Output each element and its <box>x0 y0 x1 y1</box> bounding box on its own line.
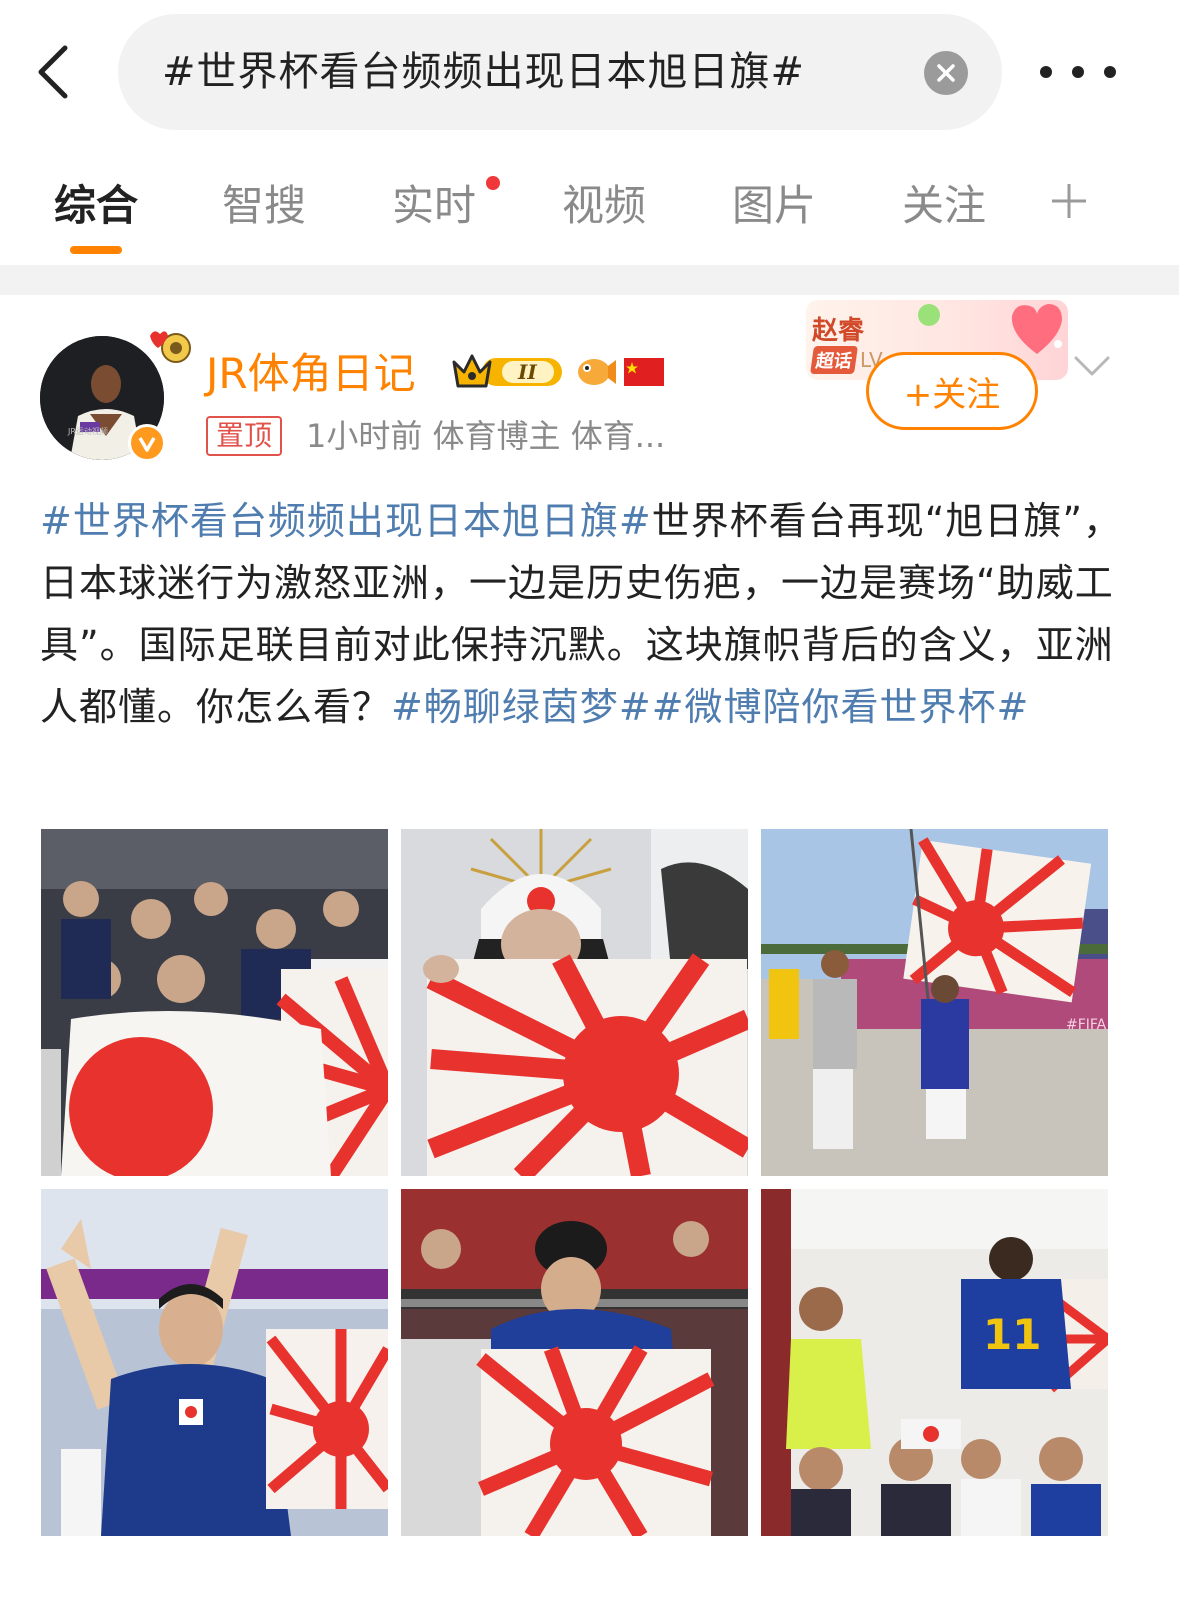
hashtag-link[interactable]: #畅聊绿茵梦# <box>391 685 652 729</box>
hashtag-link[interactable]: #微博陪你看世界杯# <box>652 685 1030 729</box>
puffer-fish-icon <box>578 359 616 385</box>
section-divider <box>0 265 1179 295</box>
post-content: #世界杯看台频频出现日本旭日旗#世界杯看台再现“旭日旗”，日本球迷行为激怒亚洲，… <box>40 490 1140 738</box>
search-header: #世界杯看台频频出现日本旭日旗# <box>0 0 1179 145</box>
tab-smart-search[interactable]: 智搜 <box>222 178 306 234</box>
new-content-dot <box>486 176 500 190</box>
post-photo-6[interactable]: 11 <box>761 1189 1108 1536</box>
chevron-down-icon[interactable] <box>1070 350 1114 380</box>
more-options-icon[interactable] <box>1040 50 1116 94</box>
post-meta: 1小时前 体育博主 体育... <box>306 417 666 455</box>
china-flag-icon <box>624 358 664 386</box>
supertopic-name: 赵睿 <box>812 316 865 346</box>
verified-badge-icon <box>128 424 166 462</box>
vip-crown-badge-icon: II <box>452 354 562 388</box>
hashtag-link[interactable]: #世界杯看台频频出现日本旭日旗# <box>40 499 652 543</box>
svg-text:#FIFA: #FIFA <box>1066 1017 1107 1033</box>
avatar-pendant-icon <box>150 331 191 363</box>
svg-text:11: 11 <box>983 1310 1041 1359</box>
post-photo-5[interactable] <box>401 1189 748 1536</box>
add-tab-icon[interactable] <box>1050 182 1088 220</box>
tab-following[interactable]: 关注 <box>902 178 986 234</box>
supertopic-tag: 超话 <box>810 346 858 374</box>
close-icon <box>937 64 955 82</box>
bubble-decoration-icon <box>918 304 940 326</box>
back-arrow-icon <box>38 45 68 99</box>
svg-text:II: II <box>517 360 537 384</box>
author-name[interactable]: JR体角日记 <box>206 346 416 402</box>
svg-text:JR运动视频: JR运动视频 <box>67 426 108 436</box>
search-input[interactable]: #世界杯看台频频出现日本旭日旗# <box>118 14 1002 130</box>
avatar[interactable]: JR运动视频 <box>40 331 191 462</box>
clear-search-button[interactable] <box>924 51 968 95</box>
tab-comprehensive[interactable]: 综合 <box>54 178 138 234</box>
pinned-badge: 置顶 <box>206 416 283 456</box>
tab-images[interactable]: 图片 <box>732 178 816 234</box>
post-photo-2[interactable] <box>401 829 748 1176</box>
back-button[interactable] <box>32 42 72 102</box>
active-tab-indicator <box>70 246 122 254</box>
search-tabs: 综合 智搜 实时 视频 图片 关注 <box>0 160 1179 260</box>
post-photo-3[interactable]: #FIFA <box>761 829 1108 1176</box>
follow-button[interactable]: +关注 <box>866 352 1038 430</box>
post-photo-1[interactable] <box>41 829 388 1176</box>
tab-realtime[interactable]: 实时 <box>392 178 476 234</box>
search-query: #世界杯看台频频出现日本旭日旗# <box>162 49 806 95</box>
post-photo-4[interactable] <box>41 1189 388 1536</box>
tab-video[interactable]: 视频 <box>562 178 646 234</box>
